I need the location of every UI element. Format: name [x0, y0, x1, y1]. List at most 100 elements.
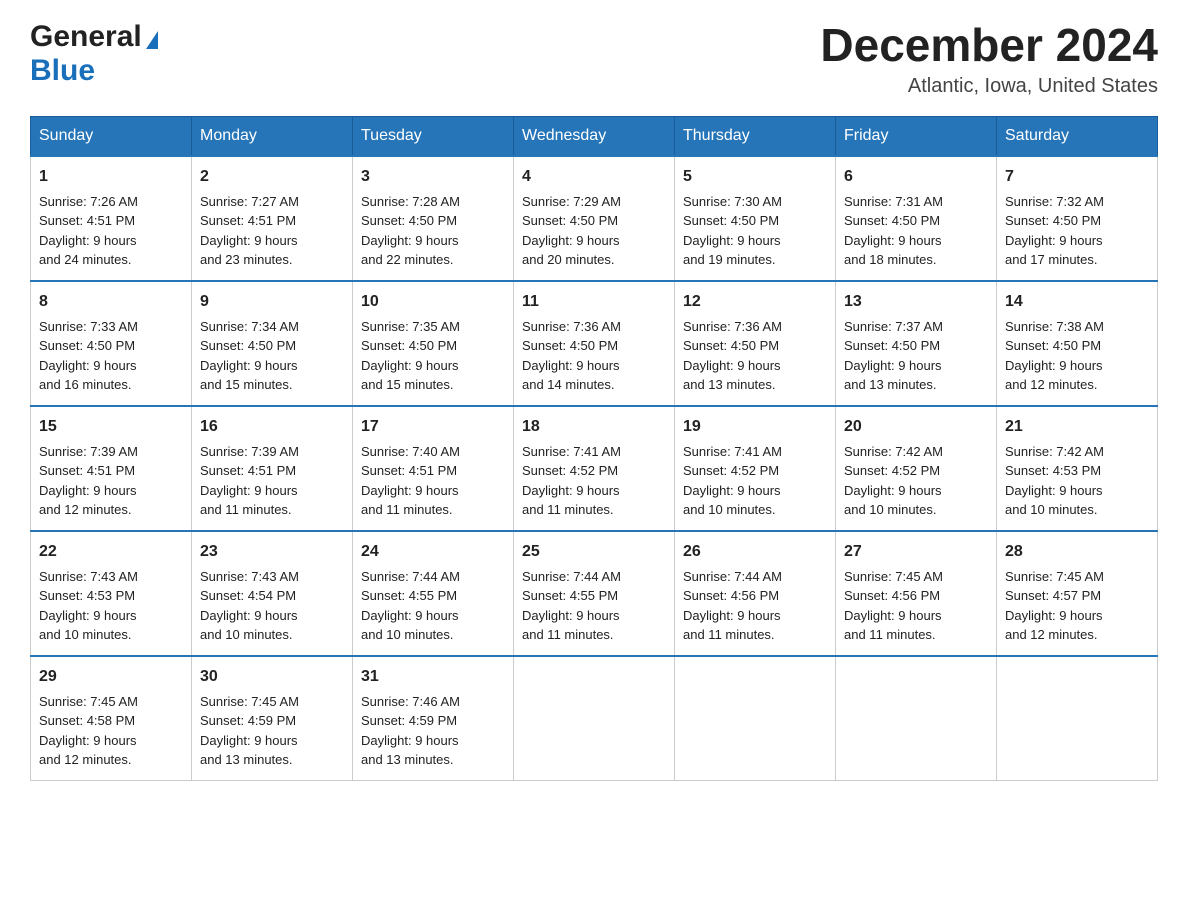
week-row-4: 22 Sunrise: 7:43 AMSunset: 4:53 PMDaylig…: [31, 531, 1158, 656]
day-info: Sunrise: 7:34 AMSunset: 4:50 PMDaylight:…: [200, 319, 299, 393]
calendar-cell: 11 Sunrise: 7:36 AMSunset: 4:50 PMDaylig…: [514, 281, 675, 406]
day-number: 2: [200, 165, 344, 189]
title-area: December 2024 Atlantic, Iowa, United Sta…: [820, 20, 1158, 98]
day-number: 20: [844, 415, 988, 439]
location-subtitle: Atlantic, Iowa, United States: [820, 75, 1158, 98]
logo: General Blue: [30, 20, 158, 88]
day-number: 29: [39, 665, 183, 689]
calendar-table: SundayMondayTuesdayWednesdayThursdayFrid…: [30, 116, 1158, 781]
day-info: Sunrise: 7:26 AMSunset: 4:51 PMDaylight:…: [39, 194, 138, 268]
day-info: Sunrise: 7:42 AMSunset: 4:52 PMDaylight:…: [844, 444, 943, 518]
calendar-cell: 22 Sunrise: 7:43 AMSunset: 4:53 PMDaylig…: [31, 531, 192, 656]
calendar-cell: 12 Sunrise: 7:36 AMSunset: 4:50 PMDaylig…: [675, 281, 836, 406]
day-number: 28: [1005, 540, 1149, 564]
day-info: Sunrise: 7:43 AMSunset: 4:54 PMDaylight:…: [200, 569, 299, 643]
day-info: Sunrise: 7:44 AMSunset: 4:55 PMDaylight:…: [522, 569, 621, 643]
day-number: 7: [1005, 165, 1149, 189]
calendar-cell: 24 Sunrise: 7:44 AMSunset: 4:55 PMDaylig…: [353, 531, 514, 656]
calendar-cell: 2 Sunrise: 7:27 AMSunset: 4:51 PMDayligh…: [192, 156, 353, 281]
calendar-cell: [997, 656, 1158, 781]
calendar-cell: 6 Sunrise: 7:31 AMSunset: 4:50 PMDayligh…: [836, 156, 997, 281]
day-number: 23: [200, 540, 344, 564]
day-info: Sunrise: 7:45 AMSunset: 4:58 PMDaylight:…: [39, 694, 138, 768]
calendar-cell: 26 Sunrise: 7:44 AMSunset: 4:56 PMDaylig…: [675, 531, 836, 656]
calendar-cell: 20 Sunrise: 7:42 AMSunset: 4:52 PMDaylig…: [836, 406, 997, 531]
day-number: 8: [39, 290, 183, 314]
calendar-cell: 18 Sunrise: 7:41 AMSunset: 4:52 PMDaylig…: [514, 406, 675, 531]
calendar-cell: 31 Sunrise: 7:46 AMSunset: 4:59 PMDaylig…: [353, 656, 514, 781]
day-number: 25: [522, 540, 666, 564]
logo-line1: General: [30, 20, 158, 54]
calendar-cell: 23 Sunrise: 7:43 AMSunset: 4:54 PMDaylig…: [192, 531, 353, 656]
day-info: Sunrise: 7:31 AMSunset: 4:50 PMDaylight:…: [844, 194, 943, 268]
day-number: 15: [39, 415, 183, 439]
day-info: Sunrise: 7:39 AMSunset: 4:51 PMDaylight:…: [200, 444, 299, 518]
calendar-cell: 17 Sunrise: 7:40 AMSunset: 4:51 PMDaylig…: [353, 406, 514, 531]
week-row-3: 15 Sunrise: 7:39 AMSunset: 4:51 PMDaylig…: [31, 406, 1158, 531]
day-info: Sunrise: 7:29 AMSunset: 4:50 PMDaylight:…: [522, 194, 621, 268]
day-info: Sunrise: 7:27 AMSunset: 4:51 PMDaylight:…: [200, 194, 299, 268]
calendar-cell: 3 Sunrise: 7:28 AMSunset: 4:50 PMDayligh…: [353, 156, 514, 281]
weekday-header-monday: Monday: [192, 116, 353, 156]
weekday-header-thursday: Thursday: [675, 116, 836, 156]
logo-blue-text: Blue: [30, 54, 95, 87]
day-number: 18: [522, 415, 666, 439]
day-info: Sunrise: 7:36 AMSunset: 4:50 PMDaylight:…: [522, 319, 621, 393]
day-number: 30: [200, 665, 344, 689]
week-row-1: 1 Sunrise: 7:26 AMSunset: 4:51 PMDayligh…: [31, 156, 1158, 281]
day-info: Sunrise: 7:38 AMSunset: 4:50 PMDaylight:…: [1005, 319, 1104, 393]
calendar-cell: 27 Sunrise: 7:45 AMSunset: 4:56 PMDaylig…: [836, 531, 997, 656]
weekday-header-tuesday: Tuesday: [353, 116, 514, 156]
calendar-body: 1 Sunrise: 7:26 AMSunset: 4:51 PMDayligh…: [31, 156, 1158, 781]
weekday-header-sunday: Sunday: [31, 116, 192, 156]
calendar-cell: 4 Sunrise: 7:29 AMSunset: 4:50 PMDayligh…: [514, 156, 675, 281]
day-info: Sunrise: 7:39 AMSunset: 4:51 PMDaylight:…: [39, 444, 138, 518]
day-number: 16: [200, 415, 344, 439]
calendar-cell: 21 Sunrise: 7:42 AMSunset: 4:53 PMDaylig…: [997, 406, 1158, 531]
day-number: 1: [39, 165, 183, 189]
day-info: Sunrise: 7:40 AMSunset: 4:51 PMDaylight:…: [361, 444, 460, 518]
calendar-cell: [675, 656, 836, 781]
weekday-header-friday: Friday: [836, 116, 997, 156]
calendar-cell: 1 Sunrise: 7:26 AMSunset: 4:51 PMDayligh…: [31, 156, 192, 281]
day-number: 13: [844, 290, 988, 314]
page-header: General Blue December 2024 Atlantic, Iow…: [30, 20, 1158, 98]
day-info: Sunrise: 7:36 AMSunset: 4:50 PMDaylight:…: [683, 319, 782, 393]
calendar-cell: 13 Sunrise: 7:37 AMSunset: 4:50 PMDaylig…: [836, 281, 997, 406]
day-number: 27: [844, 540, 988, 564]
weekday-header-wednesday: Wednesday: [514, 116, 675, 156]
day-number: 17: [361, 415, 505, 439]
calendar-cell: 28 Sunrise: 7:45 AMSunset: 4:57 PMDaylig…: [997, 531, 1158, 656]
day-info: Sunrise: 7:35 AMSunset: 4:50 PMDaylight:…: [361, 319, 460, 393]
day-number: 6: [844, 165, 988, 189]
week-row-2: 8 Sunrise: 7:33 AMSunset: 4:50 PMDayligh…: [31, 281, 1158, 406]
calendar-cell: 16 Sunrise: 7:39 AMSunset: 4:51 PMDaylig…: [192, 406, 353, 531]
day-number: 22: [39, 540, 183, 564]
day-number: 12: [683, 290, 827, 314]
day-number: 3: [361, 165, 505, 189]
day-info: Sunrise: 7:42 AMSunset: 4:53 PMDaylight:…: [1005, 444, 1104, 518]
calendar-header: SundayMondayTuesdayWednesdayThursdayFrid…: [31, 116, 1158, 156]
calendar-cell: 30 Sunrise: 7:45 AMSunset: 4:59 PMDaylig…: [192, 656, 353, 781]
day-info: Sunrise: 7:41 AMSunset: 4:52 PMDaylight:…: [683, 444, 782, 518]
calendar-cell: 29 Sunrise: 7:45 AMSunset: 4:58 PMDaylig…: [31, 656, 192, 781]
day-number: 5: [683, 165, 827, 189]
calendar-cell: 9 Sunrise: 7:34 AMSunset: 4:50 PMDayligh…: [192, 281, 353, 406]
calendar-cell: [836, 656, 997, 781]
calendar-cell: 8 Sunrise: 7:33 AMSunset: 4:50 PMDayligh…: [31, 281, 192, 406]
day-number: 19: [683, 415, 827, 439]
calendar-cell: 5 Sunrise: 7:30 AMSunset: 4:50 PMDayligh…: [675, 156, 836, 281]
day-info: Sunrise: 7:44 AMSunset: 4:56 PMDaylight:…: [683, 569, 782, 643]
day-info: Sunrise: 7:33 AMSunset: 4:50 PMDaylight:…: [39, 319, 138, 393]
calendar-cell: 15 Sunrise: 7:39 AMSunset: 4:51 PMDaylig…: [31, 406, 192, 531]
day-number: 10: [361, 290, 505, 314]
day-info: Sunrise: 7:43 AMSunset: 4:53 PMDaylight:…: [39, 569, 138, 643]
day-number: 4: [522, 165, 666, 189]
day-info: Sunrise: 7:32 AMSunset: 4:50 PMDaylight:…: [1005, 194, 1104, 268]
calendar-cell: 7 Sunrise: 7:32 AMSunset: 4:50 PMDayligh…: [997, 156, 1158, 281]
day-info: Sunrise: 7:37 AMSunset: 4:50 PMDaylight:…: [844, 319, 943, 393]
logo-line2: Blue: [30, 54, 95, 88]
day-info: Sunrise: 7:45 AMSunset: 4:56 PMDaylight:…: [844, 569, 943, 643]
day-info: Sunrise: 7:44 AMSunset: 4:55 PMDaylight:…: [361, 569, 460, 643]
day-number: 31: [361, 665, 505, 689]
